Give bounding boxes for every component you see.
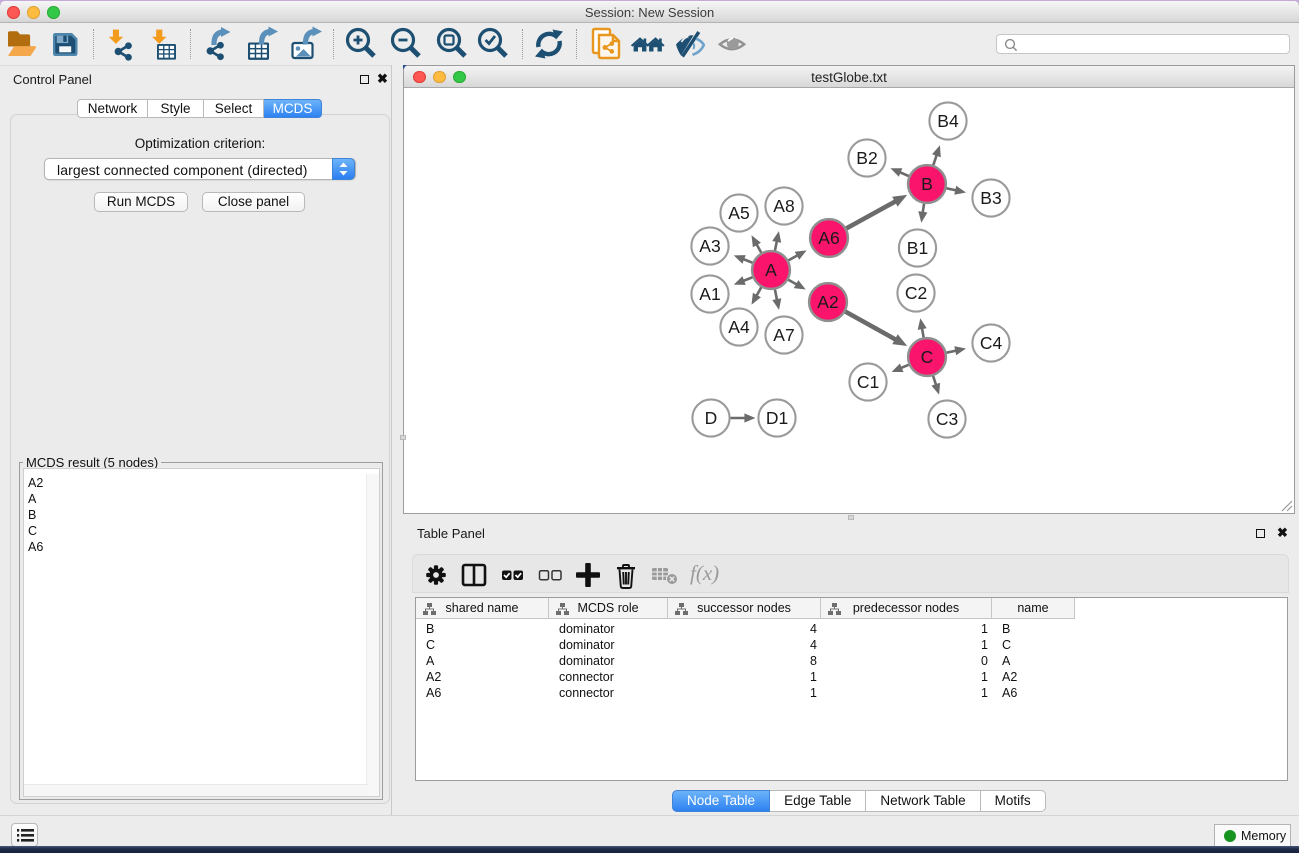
svg-text:B: B (921, 174, 933, 194)
svg-text:B2: B2 (856, 148, 877, 168)
svg-text:C: C (921, 347, 934, 367)
svg-text:A2: A2 (817, 292, 838, 312)
svg-text:C1: C1 (857, 372, 879, 392)
svg-text:B3: B3 (980, 188, 1001, 208)
svg-text:A: A (765, 260, 777, 280)
svg-text:A5: A5 (728, 203, 749, 223)
svg-text:D1: D1 (766, 408, 788, 428)
svg-text:A3: A3 (699, 236, 720, 256)
svg-text:A7: A7 (773, 325, 794, 345)
svg-text:B1: B1 (907, 238, 928, 258)
svg-text:C4: C4 (980, 333, 1003, 353)
svg-text:C2: C2 (905, 283, 927, 303)
svg-text:D: D (705, 408, 718, 428)
svg-text:A8: A8 (773, 196, 794, 216)
svg-text:A1: A1 (699, 284, 720, 304)
svg-text:A6: A6 (818, 228, 839, 248)
svg-text:C3: C3 (936, 409, 958, 429)
svg-text:B4: B4 (937, 111, 959, 131)
svg-text:A4: A4 (728, 317, 750, 337)
